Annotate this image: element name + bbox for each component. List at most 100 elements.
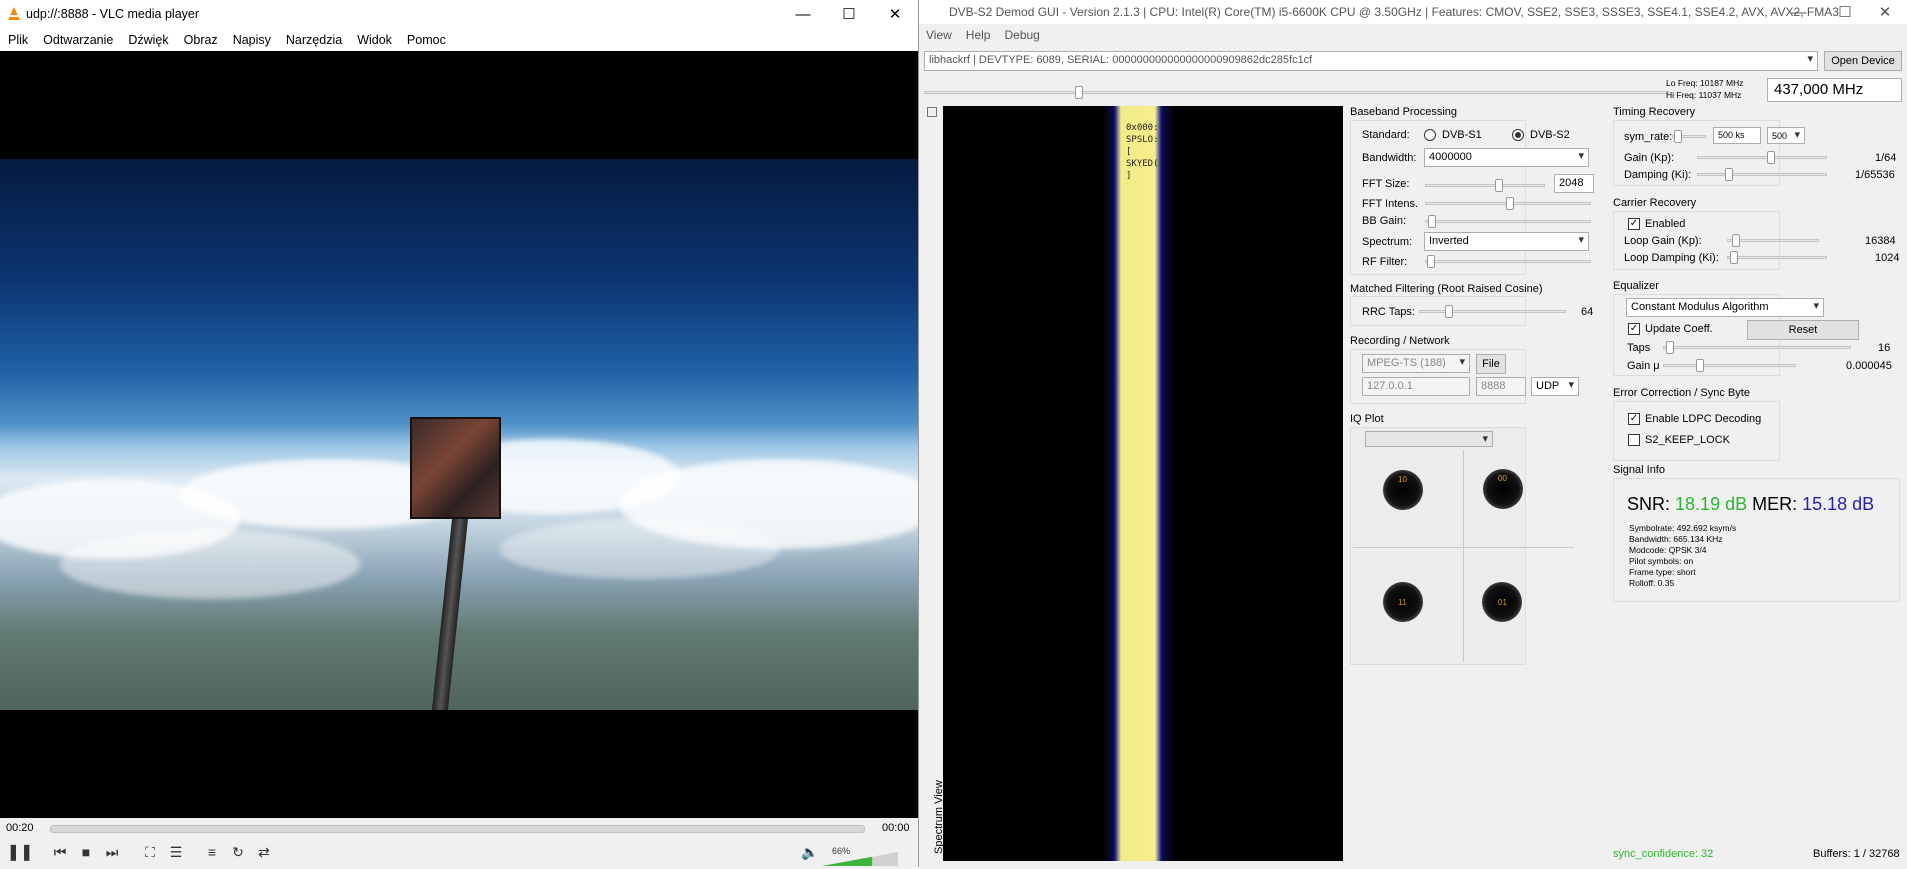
keep-lock-checkbox[interactable] bbox=[1628, 434, 1640, 446]
loop-gain-value: 16384 bbox=[1865, 235, 1896, 247]
volume-slider[interactable] bbox=[822, 852, 898, 866]
iq-label: 11 bbox=[1398, 598, 1407, 607]
keep-lock-label: S2_KEEP_LOCK bbox=[1645, 434, 1730, 446]
timing-damp-slider[interactable] bbox=[1697, 167, 1827, 181]
frequency-slider[interactable] bbox=[924, 85, 1669, 99]
time-total: 00:00 bbox=[882, 822, 910, 834]
sym-rate-step-select[interactable]: 500 bbox=[1767, 127, 1805, 144]
vlc-menu-bar: Plik Odtwarzanie Dźwięk Obraz Napisy Nar… bbox=[0, 28, 918, 51]
vlc-title-bar: udp://:8888 - VLC media player — ☐ ✕ bbox=[0, 0, 918, 28]
iq-plot-title: IQ Plot bbox=[1350, 413, 1384, 425]
rf-filter-slider[interactable] bbox=[1425, 254, 1591, 268]
carrier-enabled-label: Enabled bbox=[1645, 218, 1686, 230]
bandwidth-select[interactable]: 4000000 bbox=[1424, 148, 1589, 167]
timing-gain-value: 1/64 bbox=[1875, 152, 1897, 164]
next-button[interactable]: ⏭ bbox=[100, 840, 124, 864]
format-select[interactable]: MPEG-TS (188) bbox=[1362, 354, 1470, 373]
stop-button[interactable]: ■ bbox=[74, 840, 98, 864]
vlc-window: udp://:8888 - VLC media player — ☐ ✕ Pli… bbox=[0, 0, 918, 867]
menu-plik[interactable]: Plik bbox=[0, 33, 35, 47]
bb-gain-slider[interactable] bbox=[1425, 214, 1591, 228]
sync-confidence: sync_confidence: 32 bbox=[1613, 848, 1714, 860]
speaker-icon[interactable]: 🔈 bbox=[798, 840, 822, 864]
menu-odtwarzanie[interactable]: Odtwarzanie bbox=[35, 33, 120, 47]
hi-freq-label: Hi Freq: 11037 MHz bbox=[1666, 90, 1742, 100]
reset-button[interactable]: Reset bbox=[1747, 320, 1859, 340]
mer-value: 15.18 dB bbox=[1802, 494, 1875, 514]
taps-value: 16 bbox=[1878, 342, 1891, 354]
maximize-icon[interactable]: ☐ bbox=[826, 0, 872, 28]
shuffle-button[interactable]: ⇄ bbox=[252, 840, 276, 864]
menu-view[interactable]: View bbox=[919, 28, 959, 42]
menu-napisy[interactable]: Napisy bbox=[225, 33, 278, 47]
equalizer-algorithm-select[interactable]: Constant Modulus Algorithm bbox=[1626, 298, 1824, 317]
sym-rate-input[interactable]: 500 ks bbox=[1713, 127, 1761, 144]
menu-dzwiek[interactable]: Dźwięk bbox=[120, 33, 175, 47]
menu-debug[interactable]: Debug bbox=[997, 28, 1046, 42]
dvb-window: DVB-S2 Demod GUI - Version 2.1.3 | CPU: … bbox=[918, 0, 1907, 867]
menu-narzedzia[interactable]: Narzędzia bbox=[278, 33, 349, 47]
update-coeff-checkbox[interactable]: ✓ bbox=[1628, 323, 1640, 335]
dvbs1-radio[interactable] bbox=[1424, 129, 1436, 141]
fft-size-input[interactable]: 2048 bbox=[1554, 174, 1594, 193]
menu-pomoc[interactable]: Pomoc bbox=[399, 33, 453, 47]
waterfall-display: 0x000: SPSLO: [ SKYED( ] bbox=[943, 106, 1343, 861]
fft-intens-slider[interactable] bbox=[1425, 196, 1591, 210]
carrier-enabled-checkbox[interactable]: ✓ bbox=[1628, 218, 1640, 230]
ldpc-checkbox[interactable]: ✓ bbox=[1628, 413, 1640, 425]
ip-input[interactable]: 127.0.0.1 bbox=[1362, 377, 1470, 396]
menu-obraz[interactable]: Obraz bbox=[176, 33, 225, 47]
fft-size-slider[interactable] bbox=[1425, 178, 1545, 192]
close-icon[interactable]: ✕ bbox=[872, 0, 918, 28]
iq-label: 00 bbox=[1498, 474, 1507, 483]
loop-damp-slider[interactable] bbox=[1727, 250, 1827, 264]
recording-title: Recording / Network bbox=[1350, 335, 1450, 347]
dvb-close-icon[interactable]: ✕ bbox=[1862, 0, 1907, 26]
playlist-button[interactable]: ≡ bbox=[200, 840, 224, 864]
menu-help[interactable]: Help bbox=[959, 28, 998, 42]
loop-button[interactable]: ↻ bbox=[226, 840, 250, 864]
fft-intens-label: FFT Intens. bbox=[1362, 198, 1419, 210]
protocol-select[interactable]: UDP bbox=[1531, 377, 1579, 396]
taps-slider[interactable] bbox=[1663, 340, 1851, 354]
port-input[interactable]: 8888 bbox=[1476, 377, 1526, 396]
pause-button[interactable]: ❚❚ bbox=[6, 840, 34, 864]
previous-button[interactable]: ⏮ bbox=[48, 840, 72, 864]
timing-gain-label: Gain (Kp): bbox=[1624, 152, 1675, 164]
sym-rate-label: sym_rate: bbox=[1624, 131, 1673, 143]
signal-info-title: Signal Info bbox=[1613, 464, 1665, 476]
iq-plot-select[interactable] bbox=[1365, 431, 1493, 447]
video-frame[interactable] bbox=[0, 159, 918, 710]
spectrum-select[interactable]: Inverted bbox=[1424, 232, 1589, 251]
eq-gain-slider[interactable] bbox=[1663, 358, 1796, 372]
file-button[interactable]: File bbox=[1476, 354, 1506, 374]
iq-label: 01 bbox=[1498, 598, 1507, 607]
timing-gain-slider[interactable] bbox=[1697, 150, 1827, 164]
menu-widok[interactable]: Widok bbox=[349, 33, 399, 47]
ldpc-label: Enable LDPC Decoding bbox=[1645, 413, 1762, 425]
spectrum-dock-icon[interactable] bbox=[927, 107, 937, 117]
snr-value: 18.19 dB bbox=[1675, 494, 1748, 514]
fullscreen-button[interactable]: ⛶ bbox=[138, 840, 162, 864]
frame-type-text: Frame type: short bbox=[1629, 567, 1696, 577]
update-coeff-label: Update Coeff. bbox=[1645, 323, 1713, 335]
open-device-button[interactable]: Open Device bbox=[1824, 51, 1902, 71]
dvbs2-radio[interactable] bbox=[1512, 129, 1524, 141]
modcode-text: Modcode: QPSK 3/4 bbox=[1629, 545, 1707, 555]
loop-gain-slider[interactable] bbox=[1727, 233, 1819, 247]
dvb-minimize-icon[interactable]: — bbox=[1776, 0, 1822, 26]
bb-gain-label: BB Gain: bbox=[1362, 215, 1407, 227]
frequency-input[interactable]: 437,000 MHz bbox=[1767, 78, 1902, 102]
minimize-icon[interactable]: — bbox=[780, 0, 826, 28]
rrc-taps-slider[interactable] bbox=[1419, 304, 1566, 318]
sym-rate-slider[interactable] bbox=[1672, 129, 1706, 143]
volume-wedge bbox=[822, 852, 898, 866]
snr-label: SNR: bbox=[1627, 494, 1671, 514]
error-title: Error Correction / Sync Byte bbox=[1613, 387, 1750, 399]
buffers-status: Buffers: 1 / 32768 bbox=[1813, 848, 1900, 860]
extended-settings-button[interactable]: ☰ bbox=[164, 840, 188, 864]
vlc-window-title: udp://:8888 - VLC media player bbox=[26, 7, 200, 21]
seek-bar[interactable] bbox=[50, 825, 865, 833]
device-select[interactable]: libhackrf | DEVTYPE: 6089, SERIAL: 00000… bbox=[924, 51, 1818, 71]
time-elapsed: 00:20 bbox=[6, 822, 34, 834]
